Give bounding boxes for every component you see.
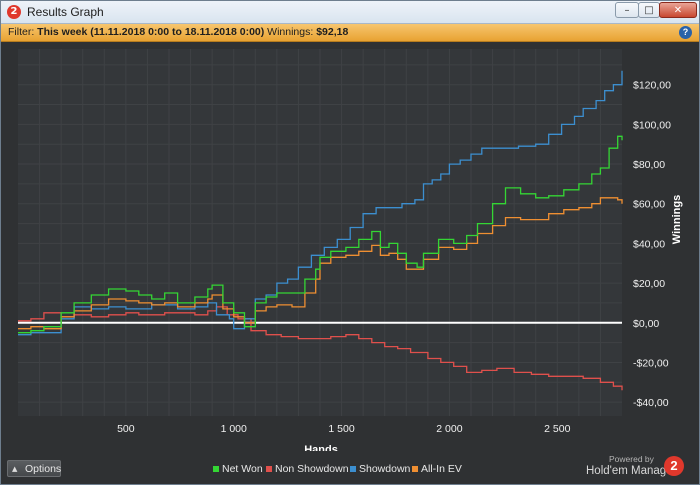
x-tick-label: 500	[117, 423, 135, 435]
results-graph-window: 2 Results Graph – □ ✕ Filter: This week …	[0, 0, 700, 485]
brand-logo-icon: 2	[664, 456, 684, 476]
y-tick-label: $80,00	[633, 159, 665, 171]
window-title: Results Graph	[27, 5, 104, 19]
legend-label-showdown: Showdown	[359, 463, 411, 475]
caret-up-icon: ▲	[12, 465, 18, 473]
y-tick-label: $100,00	[633, 119, 671, 131]
filter-summary[interactable]: Filter: This week (11.11.2018 0:00 to 18…	[8, 24, 348, 41]
legend-swatch-non-showdown	[266, 466, 272, 472]
app-logo-icon: 2	[7, 5, 21, 19]
legend-swatch-showdown	[350, 466, 356, 472]
filter-bar: Filter: This week (11.11.2018 0:00 to 18…	[1, 24, 699, 42]
y-tick-label: $40,00	[633, 238, 665, 250]
x-tick-label: 2 000	[436, 423, 462, 435]
y-tick-label: -$20,00	[633, 357, 669, 369]
options-label: Options	[25, 463, 62, 475]
filter-prefix: Filter:	[8, 26, 38, 38]
y-tick-label: $120,00	[633, 80, 671, 92]
powered-by-text: Powered by	[609, 454, 654, 464]
legend-swatch-net-won	[213, 466, 219, 472]
winnings-value: $92,18	[316, 26, 349, 38]
winnings-label: Winnings:	[264, 26, 317, 38]
results-chart[interactable]: $120,00 $100,00 $80,00 $60,00 $40,00 $20,00 $0…	[1, 42, 699, 451]
x-tick-label: 1 500	[328, 423, 354, 435]
y-axis-label: Winnings	[671, 195, 683, 244]
maximize-button[interactable]: □	[638, 2, 660, 18]
help-icon[interactable]: ?	[679, 26, 692, 39]
filter-date-range: This week (11.11.2018 0:00 to 18.11.2018…	[37, 26, 265, 38]
y-tick-label: $60,00	[633, 199, 665, 211]
y-tick-label: $20,00	[633, 278, 665, 290]
legend-swatch-all-in-ev	[412, 466, 418, 472]
title-bar[interactable]: 2 Results Graph – □ ✕	[1, 1, 699, 24]
y-tick-label: -$40,00	[633, 397, 669, 409]
legend-label-all-in-ev: All-In EV	[421, 463, 462, 475]
legend-label-net-won: Net Won	[222, 463, 263, 475]
options-button[interactable]: ▲ Options	[7, 460, 61, 477]
x-tick-label: 2 500	[544, 423, 570, 435]
bottom-bar: ▲ Options Net Won Non Showdown Showdown …	[1, 451, 699, 484]
close-button[interactable]: ✕	[659, 2, 697, 18]
y-tick-label: $0,00	[633, 318, 659, 330]
brand-name: Hold'em Manager	[586, 465, 677, 477]
legend-label-non-showdown: Non Showdown	[275, 463, 349, 475]
x-axis-label: Hands	[304, 444, 338, 451]
minimize-button[interactable]: –	[615, 2, 639, 18]
x-tick-label: 1 000	[221, 423, 247, 435]
